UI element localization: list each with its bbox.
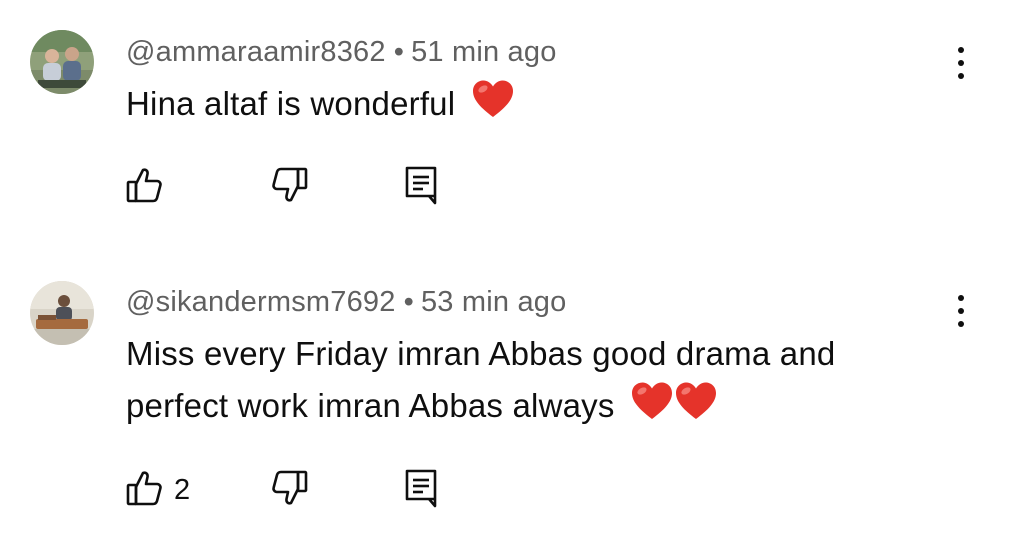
comment-time[interactable]: 53 min ago xyxy=(421,286,567,318)
author-handle[interactable]: @ammaraamir8362 xyxy=(126,36,386,68)
comment-text: Hina altaf is wonderful xyxy=(126,85,456,122)
separator-dot: • xyxy=(393,36,405,68)
comment-time[interactable]: 51 min ago xyxy=(411,36,557,68)
avatar[interactable] xyxy=(30,281,94,345)
comment-item: @ammaraamir8362 • 51 min ago Hina altaf is… xyxy=(0,0,1024,250)
separator-dot: • xyxy=(403,286,414,318)
author-handle[interactable]: @sikandermsm7692 xyxy=(126,286,396,318)
comment-header: @sikandermsm7692 • 53 min ago xyxy=(126,286,566,319)
dislike-button[interactable] xyxy=(270,165,310,209)
red-heart-emoji-icon xyxy=(471,79,515,134)
reply-button[interactable] xyxy=(402,165,442,209)
comment-header: @ammaraamir8362 • 51 min ago xyxy=(126,36,557,69)
reply-button[interactable] xyxy=(402,468,442,512)
dislike-button[interactable] xyxy=(270,468,310,512)
like-count: 2 xyxy=(174,473,191,506)
thumbs-down-icon xyxy=(270,468,310,513)
comment-actions xyxy=(124,165,524,209)
more-vertical-icon[interactable] xyxy=(946,38,976,88)
like-button[interactable]: 2 xyxy=(124,468,190,512)
thumbs-down-icon xyxy=(270,165,310,210)
reply-comment-icon xyxy=(402,163,442,212)
red-heart-emoji-icon xyxy=(630,381,674,436)
like-button[interactable] xyxy=(124,165,174,209)
comment-text-container: Miss every Friday imran Abbas good drama… xyxy=(126,328,926,436)
red-heart-emoji-icon xyxy=(674,381,718,436)
more-vertical-icon[interactable] xyxy=(946,286,976,336)
comment-text: Miss every Friday imran Abbas good drama… xyxy=(126,335,836,424)
comment-text-container: Hina altaf is wonderful xyxy=(126,78,515,134)
reply-comment-icon xyxy=(402,466,442,515)
thumbs-up-icon xyxy=(124,468,164,513)
avatar[interactable] xyxy=(30,30,94,94)
comment-actions: 2 xyxy=(124,468,524,512)
thumbs-up-icon xyxy=(124,165,164,210)
comment-item: @sikandermsm7692 • 53 min ago Miss every F… xyxy=(0,250,1024,556)
